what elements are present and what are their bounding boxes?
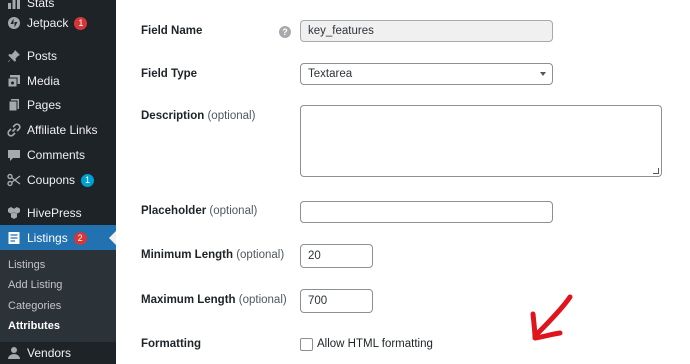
comment-icon xyxy=(7,148,21,162)
menu-item-coupons[interactable]: Coupons 1 xyxy=(0,167,116,193)
menu-label: Listings xyxy=(27,231,68,245)
menu-item-jetpack[interactable]: Jetpack 1 xyxy=(0,10,116,36)
submenu-item-add-listing[interactable]: Add Listing xyxy=(8,279,62,291)
menu-label: Coupons xyxy=(27,173,76,187)
menu-item-media[interactable]: Media xyxy=(0,68,116,94)
update-count-badge: 1 xyxy=(74,16,88,30)
menu-item-listings[interactable]: Listings 2 xyxy=(0,225,116,251)
placeholder-input[interactable] xyxy=(300,201,553,223)
menu-item-comments[interactable]: Comments xyxy=(0,142,116,168)
count-badge: 1 xyxy=(81,173,95,187)
maximum-length-input[interactable]: 700 xyxy=(300,289,373,313)
media-icon xyxy=(7,74,21,88)
resize-handle-icon[interactable] xyxy=(653,168,659,174)
field-name-input[interactable]: key_features xyxy=(300,20,553,42)
menu-label: Affiliate Links xyxy=(27,123,98,137)
menu-label: Jetpack xyxy=(27,16,69,30)
menu-label: HivePress xyxy=(27,206,82,220)
annotation-arrow-icon xyxy=(530,294,573,341)
submenu-item-categories[interactable]: Categories xyxy=(8,300,61,312)
menu-label: Media xyxy=(27,74,60,88)
vendors-icon xyxy=(7,346,21,360)
help-icon[interactable]: ? xyxy=(279,26,291,38)
submenu-item-listings[interactable]: Listings xyxy=(8,259,45,271)
jetpack-icon xyxy=(7,16,21,30)
stats-icon xyxy=(7,0,21,10)
link-icon xyxy=(7,123,21,137)
placeholder-label: Placeholder (optional) xyxy=(141,205,258,217)
menu-item-posts[interactable]: Posts xyxy=(0,43,116,69)
maximum-length-label: Maximum Length (optional) xyxy=(141,294,287,306)
pages-icon xyxy=(7,98,21,112)
minimum-length-label: Minimum Length (optional) xyxy=(141,249,285,261)
count-badge: 2 xyxy=(73,231,87,245)
menu-label: Pages xyxy=(27,98,62,112)
formatting-label: Formatting xyxy=(141,338,202,350)
menu-item-pages[interactable]: Pages xyxy=(0,92,116,118)
admin-sidebar: Stats Jetpack 1 Posts Media Pages Affili… xyxy=(0,0,116,364)
scissors-icon xyxy=(7,173,21,187)
hivepress-icon xyxy=(7,206,21,220)
chevron-down-icon xyxy=(540,72,546,76)
field-type-label: Field Type xyxy=(141,68,198,80)
description-textarea[interactable] xyxy=(300,105,662,177)
field-name-label: Field Name xyxy=(141,25,203,37)
submenu-item-attributes[interactable]: Attributes xyxy=(8,320,60,332)
attribute-edit-form: Field Name ? key_features Field Type Tex… xyxy=(116,0,690,364)
pin-icon xyxy=(7,49,21,63)
listings-icon xyxy=(7,231,21,245)
allow-html-checkbox[interactable] xyxy=(300,338,313,351)
allow-html-label[interactable]: Allow HTML formatting xyxy=(317,338,433,350)
menu-label: Posts xyxy=(27,49,58,63)
menu-item-affiliate-links[interactable]: Affiliate Links xyxy=(0,117,116,143)
menu-item-hivepress[interactable]: HivePress xyxy=(0,200,116,226)
listings-submenu: Listings Add Listing Categories Attribut… xyxy=(0,250,116,342)
menu-item-vendors[interactable]: Vendors xyxy=(0,340,116,364)
menu-label: Comments xyxy=(27,148,86,162)
field-type-select[interactable]: Textarea xyxy=(300,63,553,85)
menu-label: Vendors xyxy=(27,346,72,360)
description-label: Description (optional) xyxy=(141,110,256,122)
minimum-length-input[interactable]: 20 xyxy=(300,244,373,268)
menu-label: Stats xyxy=(27,0,55,10)
